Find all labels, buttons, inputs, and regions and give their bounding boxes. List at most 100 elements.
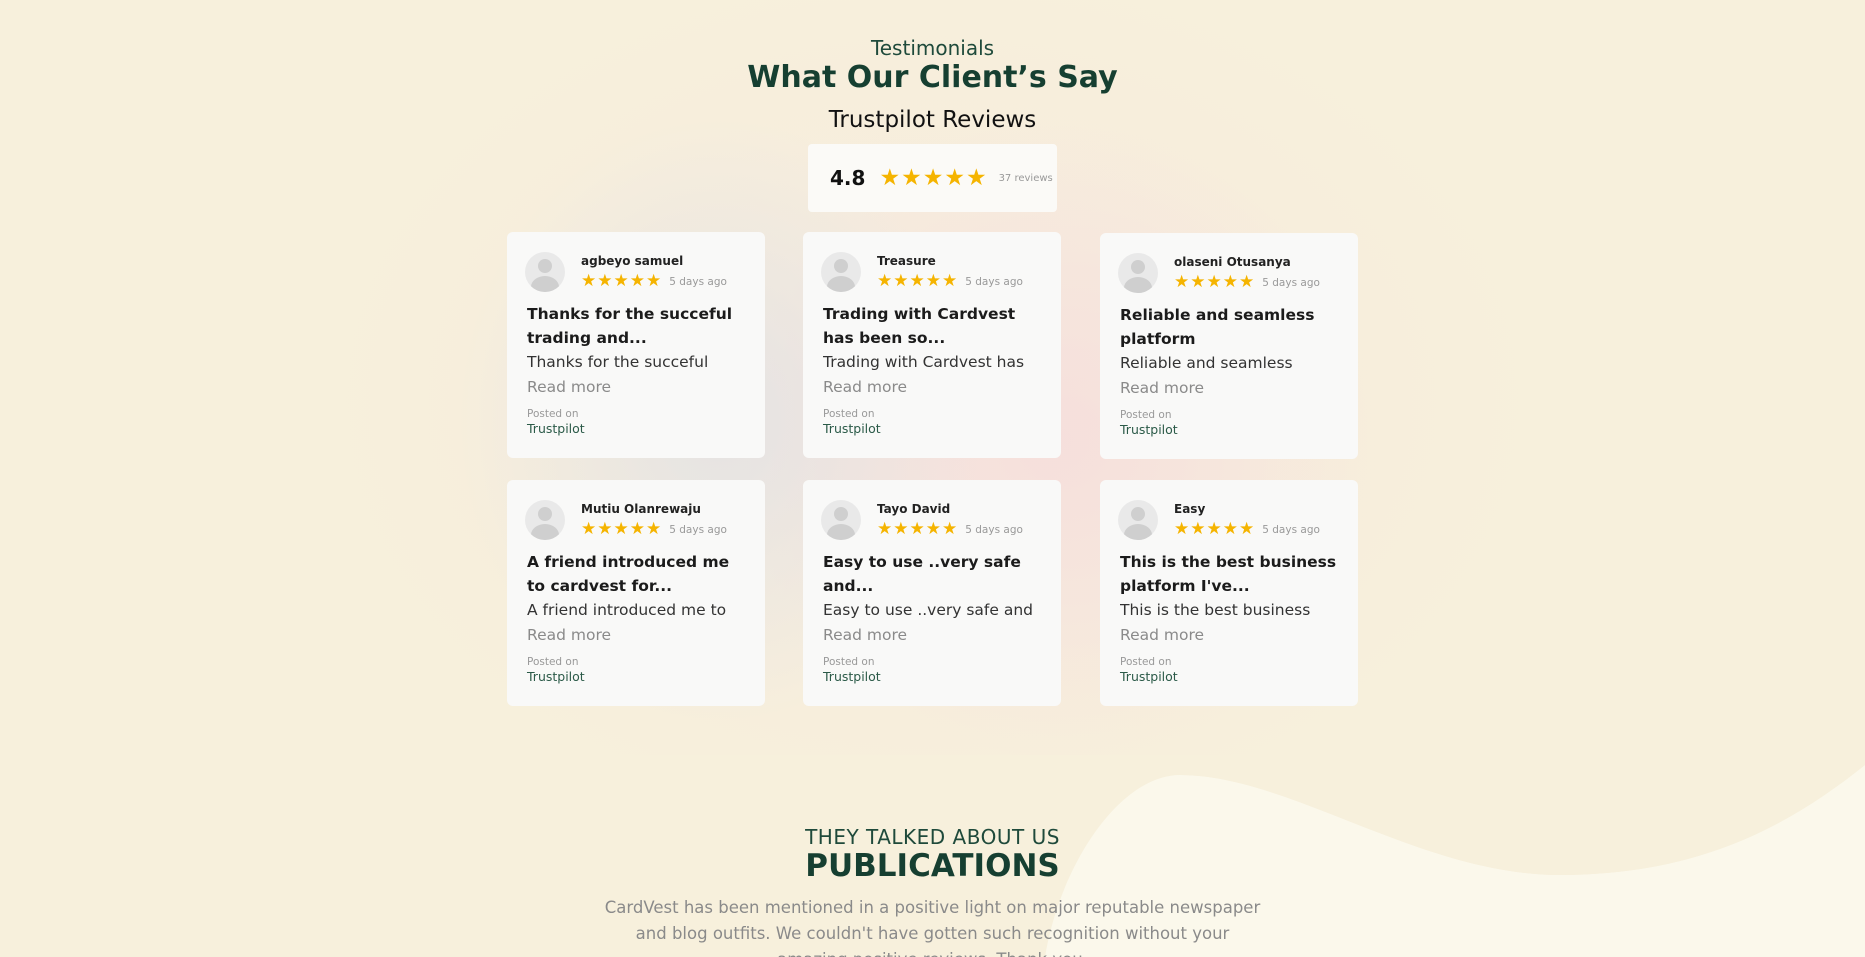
star-icon: ★ [893, 271, 909, 291]
star-icon: ★ [629, 519, 645, 539]
read-more-link[interactable]: Read more [823, 622, 1041, 648]
star-icon: ★ [1222, 519, 1238, 539]
source-link[interactable]: Trustpilot [1120, 422, 1338, 437]
review-meta: ★ ★ ★ ★ ★ 5 days ago [877, 273, 1023, 290]
review-title: A friend introduced me to cardvest for..… [527, 553, 730, 595]
review-meta: ★ ★ ★ ★ ★ 5 days ago [1174, 274, 1320, 291]
star-icon: ★ [879, 164, 901, 191]
posted-label: Posted on [823, 656, 875, 668]
rating-value: 4.8 [830, 166, 866, 190]
star-icon: ★ [909, 519, 925, 539]
review-title: Reliable and seamless platform [1120, 306, 1315, 348]
review-body: Thanks for the succeful [527, 353, 709, 371]
read-more-link[interactable]: Read more [1120, 622, 1338, 648]
review-meta: ★ ★ ★ ★ ★ 5 days ago [877, 521, 1023, 538]
trustpilot-heading: Trustpilot Reviews [828, 107, 1037, 133]
star-icon: ★ [925, 519, 941, 539]
star-icon: ★ [1206, 519, 1222, 539]
review-header: Treasure ★ ★ ★ ★ ★ 5 days ago [821, 252, 1041, 292]
star-icon: ★ [646, 271, 662, 291]
review-card[interactable]: Tayo David ★ ★ ★ ★ ★ 5 days ago Easy to use ..v… [803, 480, 1061, 706]
review-header: Easy ★ ★ ★ ★ ★ 5 days ago [1118, 500, 1338, 540]
star-icon: ★ [893, 519, 909, 539]
review-time: 5 days ago [1262, 276, 1320, 289]
section-title: What Our Client’s Say [747, 60, 1118, 95]
review-stars: ★ ★ ★ ★ ★ [877, 273, 957, 290]
posted-label: Posted on [527, 408, 579, 420]
read-more-link[interactable]: Read more [823, 374, 1041, 400]
rating-stars: ★ ★ ★ ★ ★ [879, 164, 986, 191]
review-header: Tayo David ★ ★ ★ ★ ★ 5 days ago [821, 500, 1041, 540]
review-card[interactable]: agbeyo samuel ★ ★ ★ ★ ★ 5 days ago Thanks for t… [507, 232, 765, 458]
read-more-link[interactable]: Read more [527, 622, 745, 648]
read-more-link[interactable]: Read more [527, 374, 745, 400]
publications-eyebrow: THEY TALKED ABOUT US [805, 825, 1060, 849]
publications-text: CardVest has been mentioned in a positiv… [604, 898, 1261, 957]
star-icon: ★ [942, 271, 958, 291]
review-body: Easy to use ..very safe and [823, 601, 1034, 619]
reviewer-info: olaseni Otusanya ★ ★ ★ ★ ★ 5 days ago [1174, 253, 1320, 291]
reviewer-name: Easy [1174, 502, 1206, 516]
star-icon: ★ [629, 271, 645, 291]
star-icon: ★ [646, 519, 662, 539]
review-time: 5 days ago [669, 523, 727, 536]
avatar-icon [525, 252, 565, 292]
source-link[interactable]: Trustpilot [823, 669, 1041, 684]
section-eyebrow: Testimonials [870, 36, 995, 60]
testimonials-section: Testimonials What Our Client’s Say Trust… [0, 0, 1865, 755]
star-icon: ★ [1190, 519, 1206, 539]
reviewer-name: agbeyo samuel [581, 254, 684, 268]
review-card[interactable]: Treasure ★ ★ ★ ★ ★ 5 days ago Trading with Card… [803, 232, 1061, 458]
posted-label: Posted on [823, 408, 875, 420]
review-card[interactable]: olaseni Otusanya ★ ★ ★ ★ ★ 5 days ago Reliable … [1100, 233, 1358, 459]
star-icon: ★ [613, 519, 629, 539]
reviewer-info: Easy ★ ★ ★ ★ ★ 5 days ago [1174, 500, 1320, 538]
source-link[interactable]: Trustpilot [823, 421, 1041, 436]
review-count: 37 reviews [998, 172, 1053, 184]
star-icon: ★ [944, 164, 965, 191]
star-icon: ★ [1239, 272, 1255, 292]
posted-label: Posted on [1120, 409, 1172, 421]
review-body: Reliable and seamless [1120, 354, 1293, 372]
star-icon: ★ [942, 519, 958, 539]
reviewer-name: Tayo David [877, 502, 951, 516]
source-link[interactable]: Trustpilot [527, 421, 745, 436]
star-icon: ★ [901, 164, 922, 191]
reviewer-name: Treasure [877, 254, 936, 268]
star-icon: ★ [1190, 272, 1206, 292]
rating-summary[interactable]: 4.8 ★ ★ ★ ★ ★ 37 reviews [808, 144, 1057, 212]
star-icon: ★ [1206, 272, 1222, 292]
posted-label: Posted on [1120, 656, 1172, 668]
star-icon: ★ [613, 271, 629, 291]
star-icon: ★ [922, 164, 944, 191]
review-body: This is the best business [1120, 601, 1311, 619]
star-icon: ★ [581, 519, 597, 539]
star-icon: ★ [909, 271, 925, 291]
review-time: 5 days ago [1262, 523, 1320, 536]
star-icon: ★ [581, 271, 597, 291]
review-stars: ★ ★ ★ ★ ★ [877, 521, 957, 538]
star-icon: ★ [597, 271, 613, 291]
review-meta: ★ ★ ★ ★ ★ 5 days ago [581, 521, 727, 538]
review-body: A friend introduced me to [527, 601, 727, 619]
review-stars: ★ ★ ★ ★ ★ [1174, 521, 1254, 538]
review-card[interactable]: Mutiu Olanrewaju ★ ★ ★ ★ ★ 5 days ago A friend … [507, 480, 765, 706]
avatar-icon [1118, 253, 1158, 293]
reviewer-info: Mutiu Olanrewaju ★ ★ ★ ★ ★ 5 days ago [581, 500, 727, 538]
reviewer-info: agbeyo samuel ★ ★ ★ ★ ★ 5 days ago [581, 252, 727, 290]
star-icon: ★ [1174, 272, 1190, 292]
source-link[interactable]: Trustpilot [527, 669, 745, 684]
avatar-icon [821, 500, 861, 540]
review-card[interactable]: Easy ★ ★ ★ ★ ★ 5 days ago This is the best busi… [1100, 480, 1358, 706]
source-link[interactable]: Trustpilot [1120, 669, 1338, 684]
read-more-link[interactable]: Read more [1120, 375, 1338, 401]
review-time: 5 days ago [965, 523, 1023, 536]
review-stars: ★ ★ ★ ★ ★ [581, 273, 661, 290]
star-icon: ★ [597, 519, 613, 539]
reviewer-info: Treasure ★ ★ ★ ★ ★ 5 days ago [877, 252, 1023, 290]
reviewer-info: Tayo David ★ ★ ★ ★ ★ 5 days ago [877, 500, 1023, 538]
review-header: olaseni Otusanya ★ ★ ★ ★ ★ 5 days ago [1118, 253, 1338, 293]
review-time: 5 days ago [669, 275, 727, 288]
star-icon: ★ [1174, 519, 1190, 539]
reviewer-name: Mutiu Olanrewaju [581, 502, 701, 516]
